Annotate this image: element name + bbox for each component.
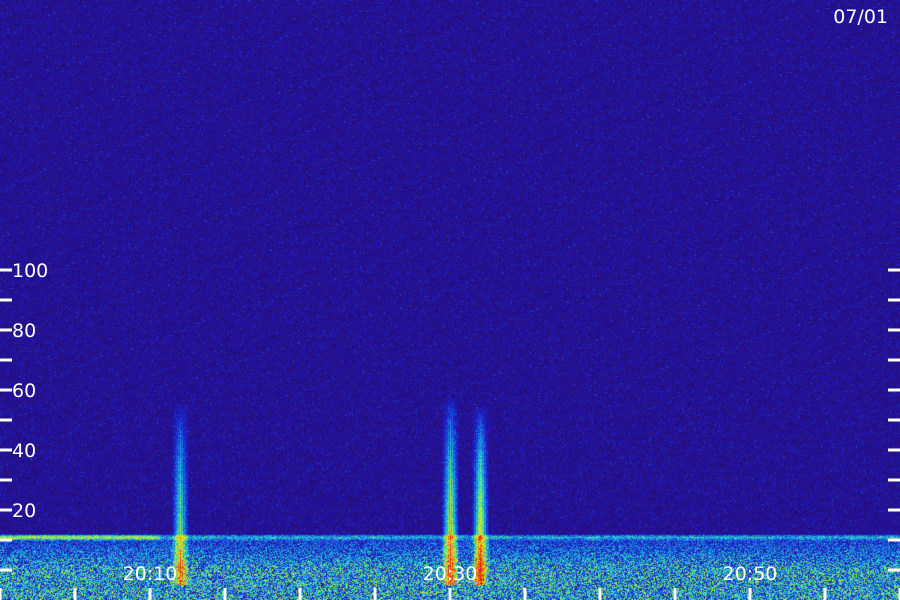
y-tick-label: 80 [12, 320, 36, 342]
y-tick-label: 20 [12, 500, 36, 522]
x-axis: 20:10 20:30 20:50 [0, 563, 900, 600]
chart-axes-overlay: 20 40 60 80 100 20:10 20:30 20:50 07/01 [0, 6, 900, 600]
y-tick-label: 60 [12, 380, 36, 402]
spectrogram-chart: 20 40 60 80 100 20:10 20:30 20:50 07/01 [0, 0, 900, 600]
x-tick-label: 20:50 [723, 563, 778, 585]
x-tick-label: 20:10 [123, 563, 178, 585]
y-tick-label: 40 [12, 440, 36, 462]
y-axis-left: 20 40 60 80 100 [0, 260, 48, 572]
date-label: 07/01 [833, 6, 888, 28]
y-axis-right [888, 268, 900, 572]
x-tick-label: 20:30 [423, 563, 478, 585]
y-tick-label: 100 [12, 260, 48, 282]
